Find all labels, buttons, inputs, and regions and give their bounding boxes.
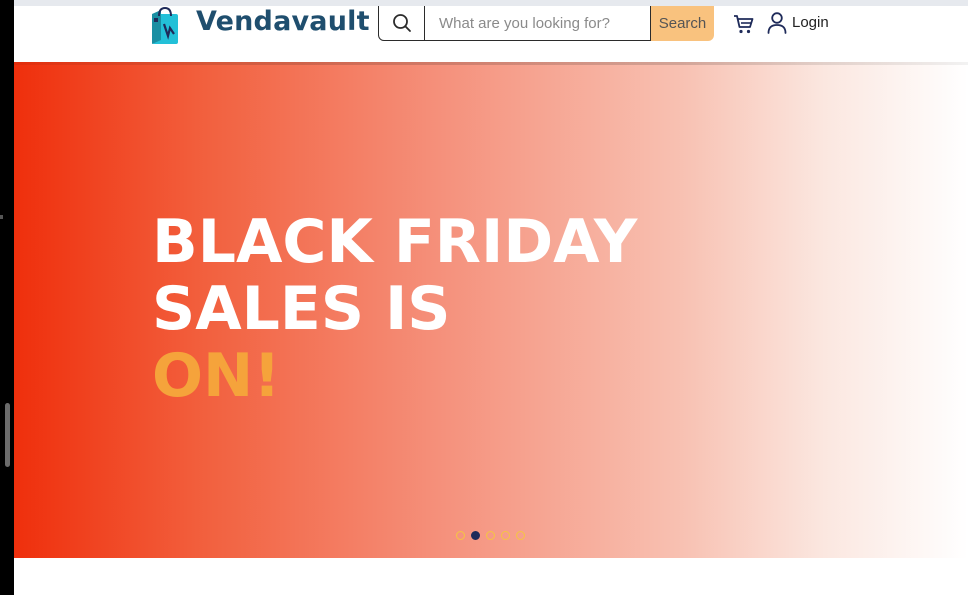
rail-scroll-handle[interactable]: [5, 403, 10, 467]
hero-line-3: ON!: [152, 341, 281, 411]
brand-name[interactable]: Vendavault: [196, 6, 370, 38]
search-icon-box[interactable]: [378, 6, 425, 41]
carousel-dots: [456, 531, 525, 540]
carousel-dot-2[interactable]: [471, 531, 480, 540]
user-icon[interactable]: [766, 11, 788, 35]
hero-top-shadow: [14, 62, 968, 65]
hero-banner[interactable]: BLACK FRIDAY SALES IS ON!: [14, 62, 968, 558]
hero-line-1: BLACK FRIDAY: [152, 207, 638, 277]
search-bar: Search: [378, 6, 714, 41]
shopping-bag-logo-icon[interactable]: [149, 6, 189, 46]
carousel-dot-3[interactable]: [486, 531, 495, 540]
rail-tick: [0, 215, 3, 219]
hero-line-2: SALES IS: [152, 274, 451, 344]
search-input[interactable]: [425, 6, 651, 41]
carousel-dot-5[interactable]: [516, 531, 525, 540]
carousel-dot-1[interactable]: [456, 531, 465, 540]
search-icon: [392, 14, 411, 32]
cart-icon[interactable]: [732, 12, 756, 36]
carousel-dot-4[interactable]: [501, 531, 510, 540]
login-link[interactable]: Login: [792, 14, 829, 31]
left-rail: [0, 0, 14, 595]
search-button[interactable]: Search: [651, 6, 714, 41]
site-header: Vendavault Search Login: [14, 6, 968, 62]
hero-headline: BLACK FRIDAY SALES IS ON!: [152, 209, 637, 410]
